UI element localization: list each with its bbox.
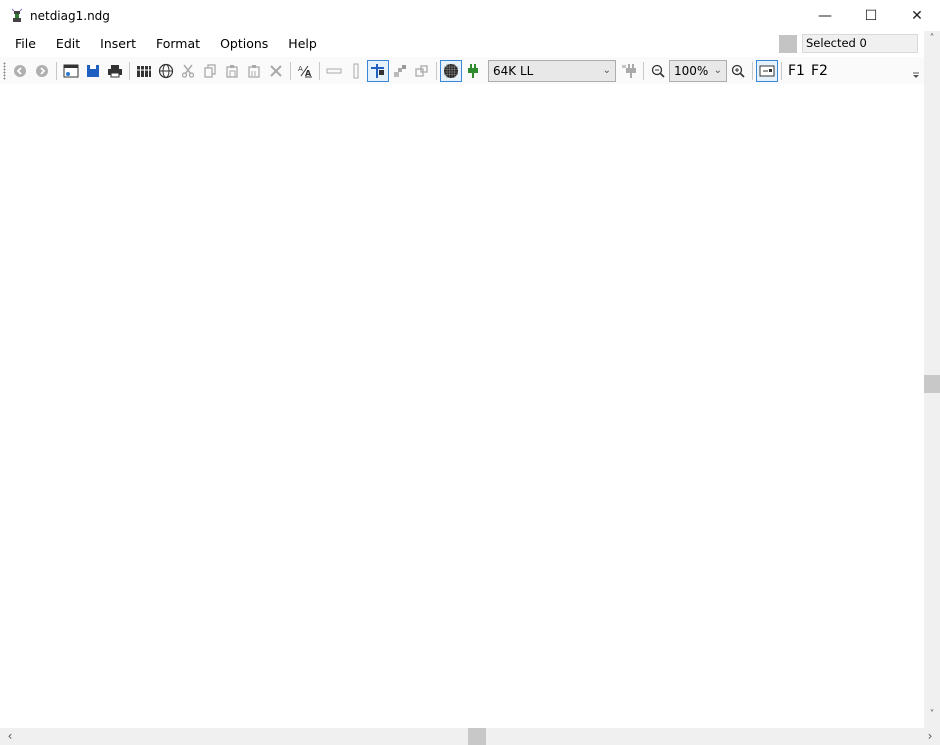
vertical-line-icon [353,63,359,78]
toolbar-separator [56,61,57,80]
maximize-button[interactable]: ☐ [848,0,894,31]
scroll-up-button[interactable]: ˄ [924,33,940,50]
chevron-down-icon: ⌄ [602,65,611,76]
cut-button[interactable] [177,60,199,82]
zoom-out-button[interactable] [647,60,669,82]
text-format-button[interactable]: AA [294,60,316,82]
toolbar-separator [436,61,437,80]
selection-color-swatch [779,35,797,53]
horizontal-line-button[interactable] [323,60,345,82]
send-back-icon [415,64,428,77]
window-controls: — ☐ ✕ [802,0,940,31]
cut-icon [181,64,195,78]
toolbar: AA 64K LL ⌄ 100% ⌄ F1 F2 [0,57,924,84]
horizontal-scroll-thumb[interactable] [468,728,486,745]
paste-icon [226,64,238,78]
diagram-canvas[interactable] [0,85,924,728]
selection-count: Selected 0 [802,34,918,53]
menu-insert[interactable]: Insert [90,33,146,55]
connect-tool-button[interactable] [367,59,389,82]
toolbar-separator [752,61,753,80]
forward-icon [36,64,48,77]
minimize-button[interactable]: — [802,0,848,31]
zoom-value: 100% [674,63,709,78]
paste-special-icon [248,64,260,78]
connect-tool-icon [371,63,384,78]
delete-button[interactable] [265,60,287,82]
title-bar: netdiag1.ndg — ☐ ✕ [0,0,940,31]
menu-format[interactable]: Format [146,33,210,55]
scroll-down-button[interactable]: ˅ [924,709,940,726]
new-window-icon [63,64,79,77]
scroll-right-button[interactable]: › [922,728,938,745]
toolbar-separator [129,61,130,80]
zoom-in-icon [731,64,745,78]
new-window-button[interactable] [60,60,82,82]
display-icon [759,65,775,76]
bring-front-icon [394,64,406,77]
forward-button[interactable] [31,60,53,82]
menu-edit[interactable]: Edit [46,33,90,55]
toolbar-separator [290,61,291,80]
library-button[interactable] [133,60,155,82]
app-icon [9,8,25,24]
print-button[interactable] [104,60,126,82]
close-button[interactable]: ✕ [894,0,940,31]
toolbar-separator [781,61,782,80]
globe-button[interactable] [155,60,177,82]
toolbar-overflow-button[interactable] [912,69,920,79]
display-button[interactable] [756,59,778,82]
toolbar-grip[interactable] [3,61,6,80]
unplug-icon [621,63,636,78]
horizontal-scrollbar[interactable]: ‹ › [0,728,940,745]
text-format-icon: AA [298,65,312,78]
window-title: netdiag1.ndg [30,8,110,23]
toolbar-separator [319,61,320,80]
plug-icon [468,63,478,78]
grid-button[interactable] [440,59,462,82]
chevron-down-icon: ⌄ [713,65,722,76]
f1-button[interactable]: F1 [785,63,808,79]
line-speed-value: 64K LL [493,63,534,78]
back-button[interactable] [9,60,31,82]
back-icon [14,64,26,77]
toolbar-separator [643,61,644,80]
send-back-button[interactable] [411,60,433,82]
grid-icon [444,63,458,78]
horizontal-line-icon [326,68,342,73]
unplug-button[interactable] [618,60,640,82]
plug-button[interactable] [462,60,484,82]
scroll-left-button[interactable]: ‹ [2,728,18,745]
line-speed-select[interactable]: 64K LL ⌄ [488,59,616,82]
menu-options[interactable]: Options [210,33,278,55]
svg-text:A: A [298,65,303,73]
library-icon [137,65,151,77]
paste-button[interactable] [221,60,243,82]
f2-button[interactable]: F2 [808,63,831,79]
zoom-select[interactable]: 100% ⌄ [669,59,727,82]
vertical-scroll-thumb[interactable] [924,375,940,393]
copy-button[interactable] [199,60,221,82]
overflow-chevron-icon [913,72,919,78]
print-icon [108,64,122,77]
zoom-out-icon [651,64,665,78]
menu-file[interactable]: File [0,33,46,55]
menu-help[interactable]: Help [278,33,327,55]
save-icon [87,64,99,77]
paste-special-button[interactable] [243,60,265,82]
copy-icon [204,63,216,78]
vertical-scrollbar[interactable]: ˄ ˅ [924,31,940,728]
vertical-line-button[interactable] [345,60,367,82]
delete-icon [270,64,282,77]
save-button[interactable] [82,60,104,82]
zoom-in-button[interactable] [727,60,749,82]
globe-icon [158,63,174,78]
bring-front-button[interactable] [389,60,411,82]
